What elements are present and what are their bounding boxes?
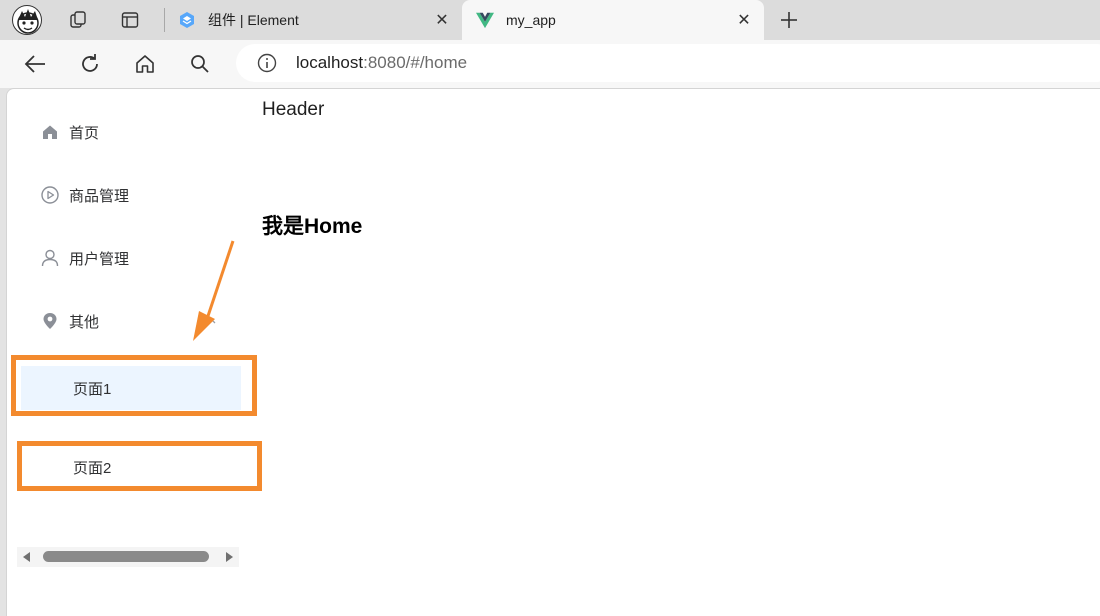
url-path: :8080/#/home — [363, 53, 468, 72]
submenu-item-page1[interactable]: 页面1 — [21, 366, 241, 410]
submenu-item-label: 页面2 — [73, 459, 112, 477]
page-header: Header — [262, 99, 325, 120]
annotation-arrow — [193, 240, 235, 341]
plus-icon — [781, 12, 797, 28]
new-tab-button[interactable] — [774, 6, 804, 34]
address-bar[interactable]: localhost:8080/#/home — [236, 44, 1100, 82]
tab-element[interactable]: 组件 | Element ✕ — [166, 0, 462, 40]
refresh-button[interactable] — [75, 50, 105, 78]
play-circle-icon — [41, 186, 59, 204]
submenu-item-page2[interactable]: 页面2 — [21, 445, 241, 489]
vue-logo-icon — [476, 11, 494, 29]
search-button[interactable] — [185, 50, 215, 78]
search-icon — [191, 55, 209, 73]
url-text[interactable]: localhost:8080/#/home — [296, 53, 467, 73]
browser-toolbar: localhost:8080/#/home — [0, 40, 1100, 88]
home-button[interactable] — [130, 50, 160, 78]
sidebar-horizontal-scrollbar[interactable] — [17, 547, 239, 567]
element-logo-icon — [178, 11, 196, 29]
tab-title: my_app — [506, 12, 556, 28]
sidebar-item-label: 商品管理 — [69, 187, 130, 205]
close-tab-icon[interactable]: ✕ — [734, 10, 754, 30]
page-title: 我是Home — [262, 215, 363, 238]
sidebar-item-label: 用户管理 — [69, 250, 130, 268]
refresh-icon — [82, 54, 98, 72]
sidebar-item-products[interactable]: 商品管理 — [7, 167, 239, 223]
url-host: localhost — [296, 53, 364, 72]
submenu-item-label: 页面1 — [73, 380, 112, 398]
back-button[interactable] — [20, 50, 50, 78]
scroll-left-icon[interactable] — [23, 552, 30, 562]
sidebar-item-home[interactable]: 首页 — [7, 104, 239, 160]
user-icon — [41, 249, 59, 267]
tab-my-app[interactable]: my_app ✕ — [462, 0, 764, 40]
site-info-icon[interactable] — [256, 52, 278, 74]
arrow-left-icon — [24, 55, 45, 73]
sidebar-item-label: 其他 — [69, 313, 100, 331]
home-icon — [136, 55, 154, 73]
workspaces-icon[interactable] — [64, 6, 92, 34]
browser-tab-strip: 组件 | Element ✕ my_app ✕ — [0, 0, 1100, 40]
location-icon — [41, 312, 59, 330]
scroll-right-icon[interactable] — [226, 552, 233, 562]
vertical-tabs-icon[interactable] — [116, 6, 144, 34]
home-icon — [41, 123, 59, 141]
tab-title: 组件 | Element — [208, 12, 299, 28]
close-tab-icon[interactable]: ✕ — [432, 10, 452, 30]
tab-separator — [164, 8, 165, 32]
profile-avatar[interactable] — [12, 5, 42, 35]
page-viewport: 首页 商品管理 用户管理 其他 页面1 页面2 Header 我是Home — [6, 88, 1100, 616]
sidebar-item-label: 首页 — [69, 124, 100, 142]
scrollbar-thumb[interactable] — [43, 551, 209, 562]
